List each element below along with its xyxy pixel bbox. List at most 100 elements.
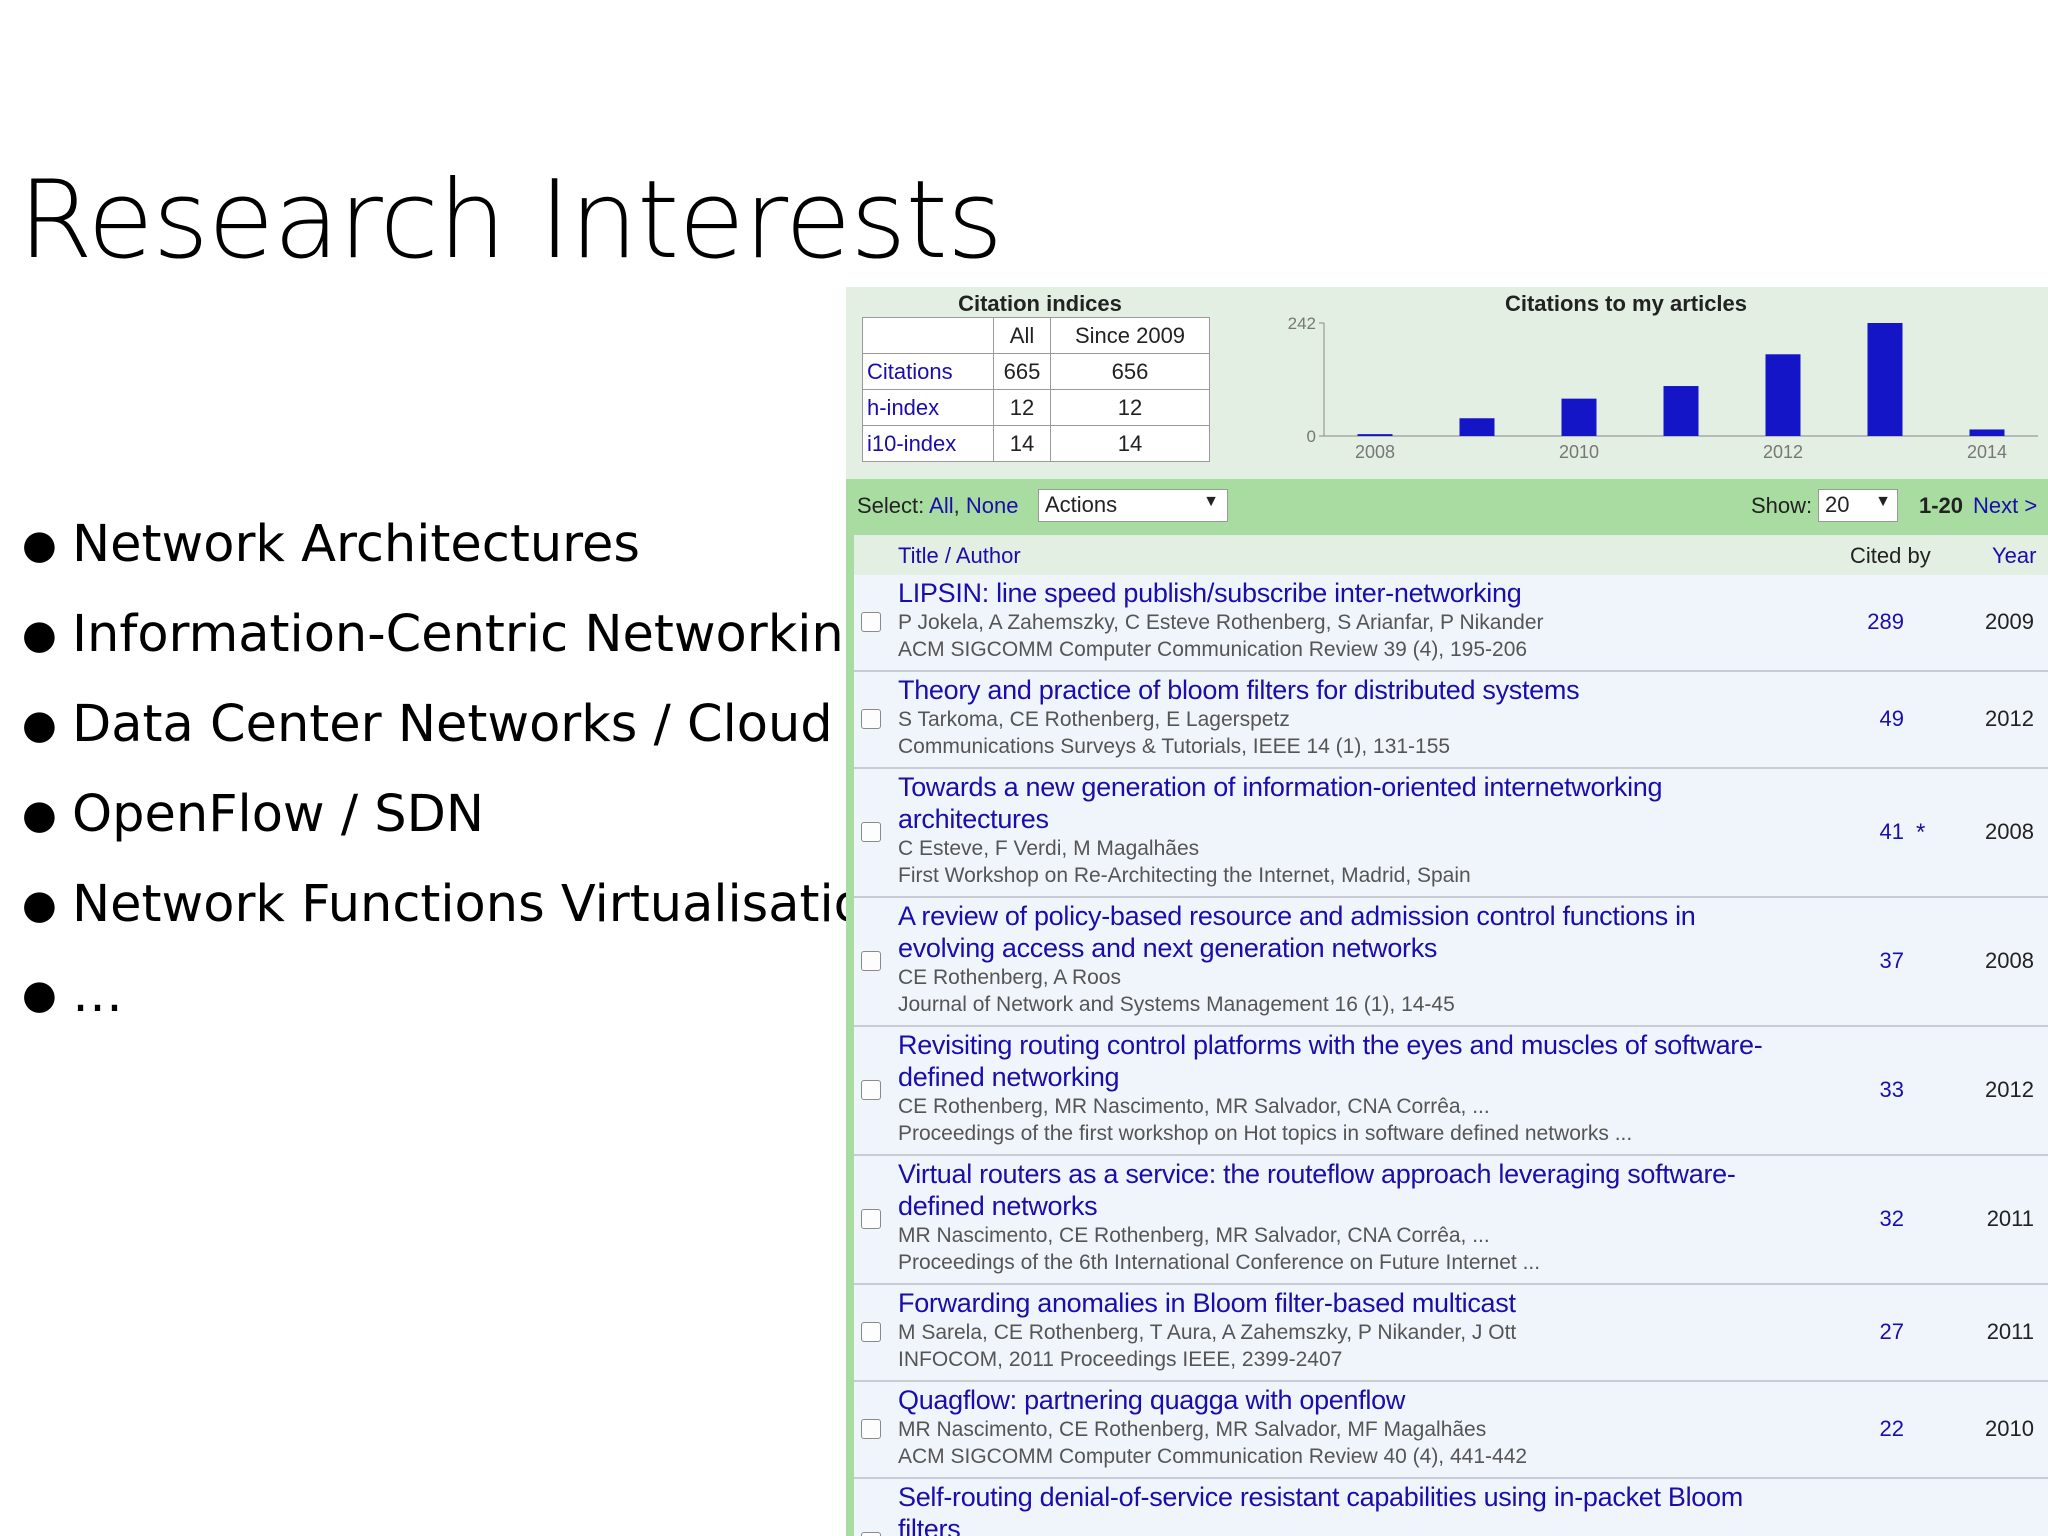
article-row: A review of policy-based resource and ad…	[854, 898, 2048, 1027]
citation-summary: Citation indices All Since 2009 Citation…	[846, 287, 2048, 479]
citations-link[interactable]: Citations	[862, 353, 994, 390]
cited-by-link[interactable]: 289	[1814, 609, 1904, 635]
bullet-text: Data Center Networks / Cloud	[72, 695, 833, 754]
table-header-row: All Since 2009	[862, 317, 1210, 354]
merged-citations-icon[interactable]: *	[1916, 819, 1925, 847]
article-row: Theory and practice of bloom filters for…	[854, 672, 2048, 769]
article-checkbox[interactable]	[861, 1209, 881, 1229]
article-checkbox[interactable]	[861, 822, 881, 842]
article-year: 2008	[1985, 948, 2034, 973]
actions-label: Actions	[1045, 492, 1118, 517]
article-year: 2008	[1985, 819, 2034, 844]
article-authors: S Tarkoma, CE Rothenberg, E Lagerspetz	[898, 708, 1290, 731]
cited-by-link[interactable]: 22	[1814, 1416, 1904, 1442]
article-authors: MR Nascimento, CE Rothenberg, MR Salvado…	[898, 1418, 1487, 1441]
article-checkbox[interactable]	[861, 1532, 881, 1536]
bullet-item: ● Network Functions Virtualisation	[22, 860, 897, 950]
article-title-link[interactable]: Towards a new generation of information-…	[898, 771, 1798, 835]
article-title-link[interactable]: Theory and practice of bloom filters for…	[898, 674, 1798, 706]
x-tick-label: 2014	[1967, 442, 2007, 462]
show-count-value: 20	[1825, 492, 1850, 517]
bullet-icon: ●	[22, 882, 57, 928]
cited-by-header: Cited by	[1850, 543, 1931, 568]
article-year: 2012	[1985, 1077, 2034, 1102]
table-cell: 665	[993, 353, 1051, 390]
bullet-item: ● Network Architectures	[22, 500, 897, 590]
bullet-icon: ●	[22, 522, 57, 568]
table-cell: 14	[993, 425, 1051, 462]
select-text: Select:	[857, 493, 925, 518]
dropdown-arrow-icon: ▼	[1203, 493, 1219, 510]
article-title-link[interactable]: Revisiting routing control platforms wit…	[898, 1029, 1798, 1093]
chart-bar	[1561, 398, 1597, 436]
article-title-link[interactable]: Quagflow: partnering quagga with openflo…	[898, 1384, 1798, 1416]
article-title-link[interactable]: A review of policy-based resource and ad…	[898, 900, 1798, 964]
bullet-text: Network Architectures	[72, 515, 640, 574]
slide-title: Research Interests	[18, 158, 1003, 283]
article-checkbox[interactable]	[861, 1322, 881, 1342]
article-title-link[interactable]: Virtual routers as a service: the routef…	[898, 1158, 1798, 1222]
bullet-item: ● Data Center Networks / Cloud	[22, 680, 897, 770]
chart-bar	[1459, 418, 1495, 436]
bullet-item: ●…	[22, 950, 897, 1040]
bullet-icon: ●	[22, 792, 57, 838]
bullet-text: OpenFlow / SDN	[72, 785, 485, 844]
article-checkbox[interactable]	[861, 1080, 881, 1100]
cited-by-link[interactable]: 32	[1814, 1206, 1904, 1232]
table-cell: 656	[1050, 353, 1210, 390]
dropdown-arrow-icon: ▼	[1875, 493, 1891, 510]
next-page-link[interactable]: Next >	[1973, 493, 2037, 519]
article-row: Forwarding anomalies in Bloom filter-bas…	[854, 1285, 2048, 1382]
list-toolbar: Select: All, None Actions ▼ Show: 20 ▼ 1…	[846, 479, 2048, 535]
bullet-text: …	[72, 965, 123, 1024]
bullet-icon: ●	[22, 972, 57, 1018]
cited-by-link[interactable]: 33	[1814, 1077, 1904, 1103]
scholar-profile-panel: Citation indices All Since 2009 Citation…	[846, 287, 2048, 1536]
article-row: Towards a new generation of information-…	[854, 769, 2048, 898]
article-venue: ACM SIGCOMM Computer Communication Revie…	[898, 638, 1528, 661]
article-venue: ACM SIGCOMM Computer Communication Revie…	[898, 1445, 1528, 1468]
sort-title-author-link[interactable]: Title / Author	[898, 543, 1021, 569]
x-tick-label: 2008	[1355, 442, 1395, 462]
sort-year-link[interactable]: Year	[1992, 543, 2036, 569]
table-cell: 14	[1050, 425, 1210, 462]
citation-indices-caption: Citation indices	[958, 291, 1122, 316]
select-all-link[interactable]: All	[929, 493, 953, 518]
article-checkbox[interactable]	[861, 709, 881, 729]
articles-list-frame: Title / Author Cited by Year LIPSIN: lin…	[846, 535, 2048, 1536]
chart-bar	[1765, 354, 1801, 436]
h-index-link[interactable]: h-index	[862, 389, 994, 426]
article-venue: INFOCOM, 2011 Proceedings IEEE, 2399-240…	[898, 1348, 1343, 1371]
cited-by-link[interactable]: 41	[1814, 819, 1904, 845]
articles-list-header: Title / Author Cited by Year	[854, 535, 2048, 576]
article-checkbox[interactable]	[861, 1419, 881, 1439]
select-label: Select: All, None	[857, 493, 1018, 519]
article-venue: Communications Surveys & Tutorials, IEEE…	[898, 735, 1451, 758]
article-venue: Proceedings of the 6th International Con…	[898, 1251, 1541, 1274]
x-tick-label: 2012	[1763, 442, 1803, 462]
article-row: Virtual routers as a service: the routef…	[854, 1156, 2048, 1285]
article-title-link[interactable]: Forwarding anomalies in Bloom filter-bas…	[898, 1287, 1798, 1319]
article-title-link[interactable]: Self-routing denial-of-service resistant…	[898, 1481, 1798, 1536]
actions-dropdown[interactable]: Actions ▼	[1038, 489, 1228, 522]
i10-index-link[interactable]: i10-index	[862, 425, 994, 462]
article-authors: M Sarela, CE Rothenberg, T Aura, A Zahem…	[898, 1321, 1517, 1344]
article-venue: First Workshop on Re-Architecting the In…	[898, 864, 1471, 887]
article-title-link[interactable]: LIPSIN: line speed publish/subscribe int…	[898, 577, 1798, 609]
article-authors: CE Rothenberg, MR Nascimento, MR Salvado…	[898, 1095, 1490, 1118]
research-interests-list: ● Network Architectures ● Information-Cent…	[22, 500, 897, 1040]
table-cell: 12	[1050, 389, 1210, 426]
article-row: Revisiting routing control platforms wit…	[854, 1027, 2048, 1156]
cited-by-link[interactable]: 27	[1814, 1319, 1904, 1345]
article-checkbox[interactable]	[861, 612, 881, 632]
chart-bar	[1969, 429, 2005, 436]
cited-by-link[interactable]: 49	[1814, 706, 1904, 732]
citation-indices-table: All Since 2009 Citations 665 656 h-index…	[862, 317, 1210, 462]
table-header-cell: Since 2009	[1050, 317, 1210, 354]
cited-by-link[interactable]: 37	[1814, 948, 1904, 974]
show-count-dropdown[interactable]: 20 ▼	[1818, 489, 1898, 522]
select-none-link[interactable]: None	[966, 493, 1019, 518]
article-checkbox[interactable]	[861, 951, 881, 971]
result-range: 1-20	[1919, 493, 1964, 518]
article-authors: C Esteve, F Verdi, M Magalhães	[898, 837, 1200, 860]
